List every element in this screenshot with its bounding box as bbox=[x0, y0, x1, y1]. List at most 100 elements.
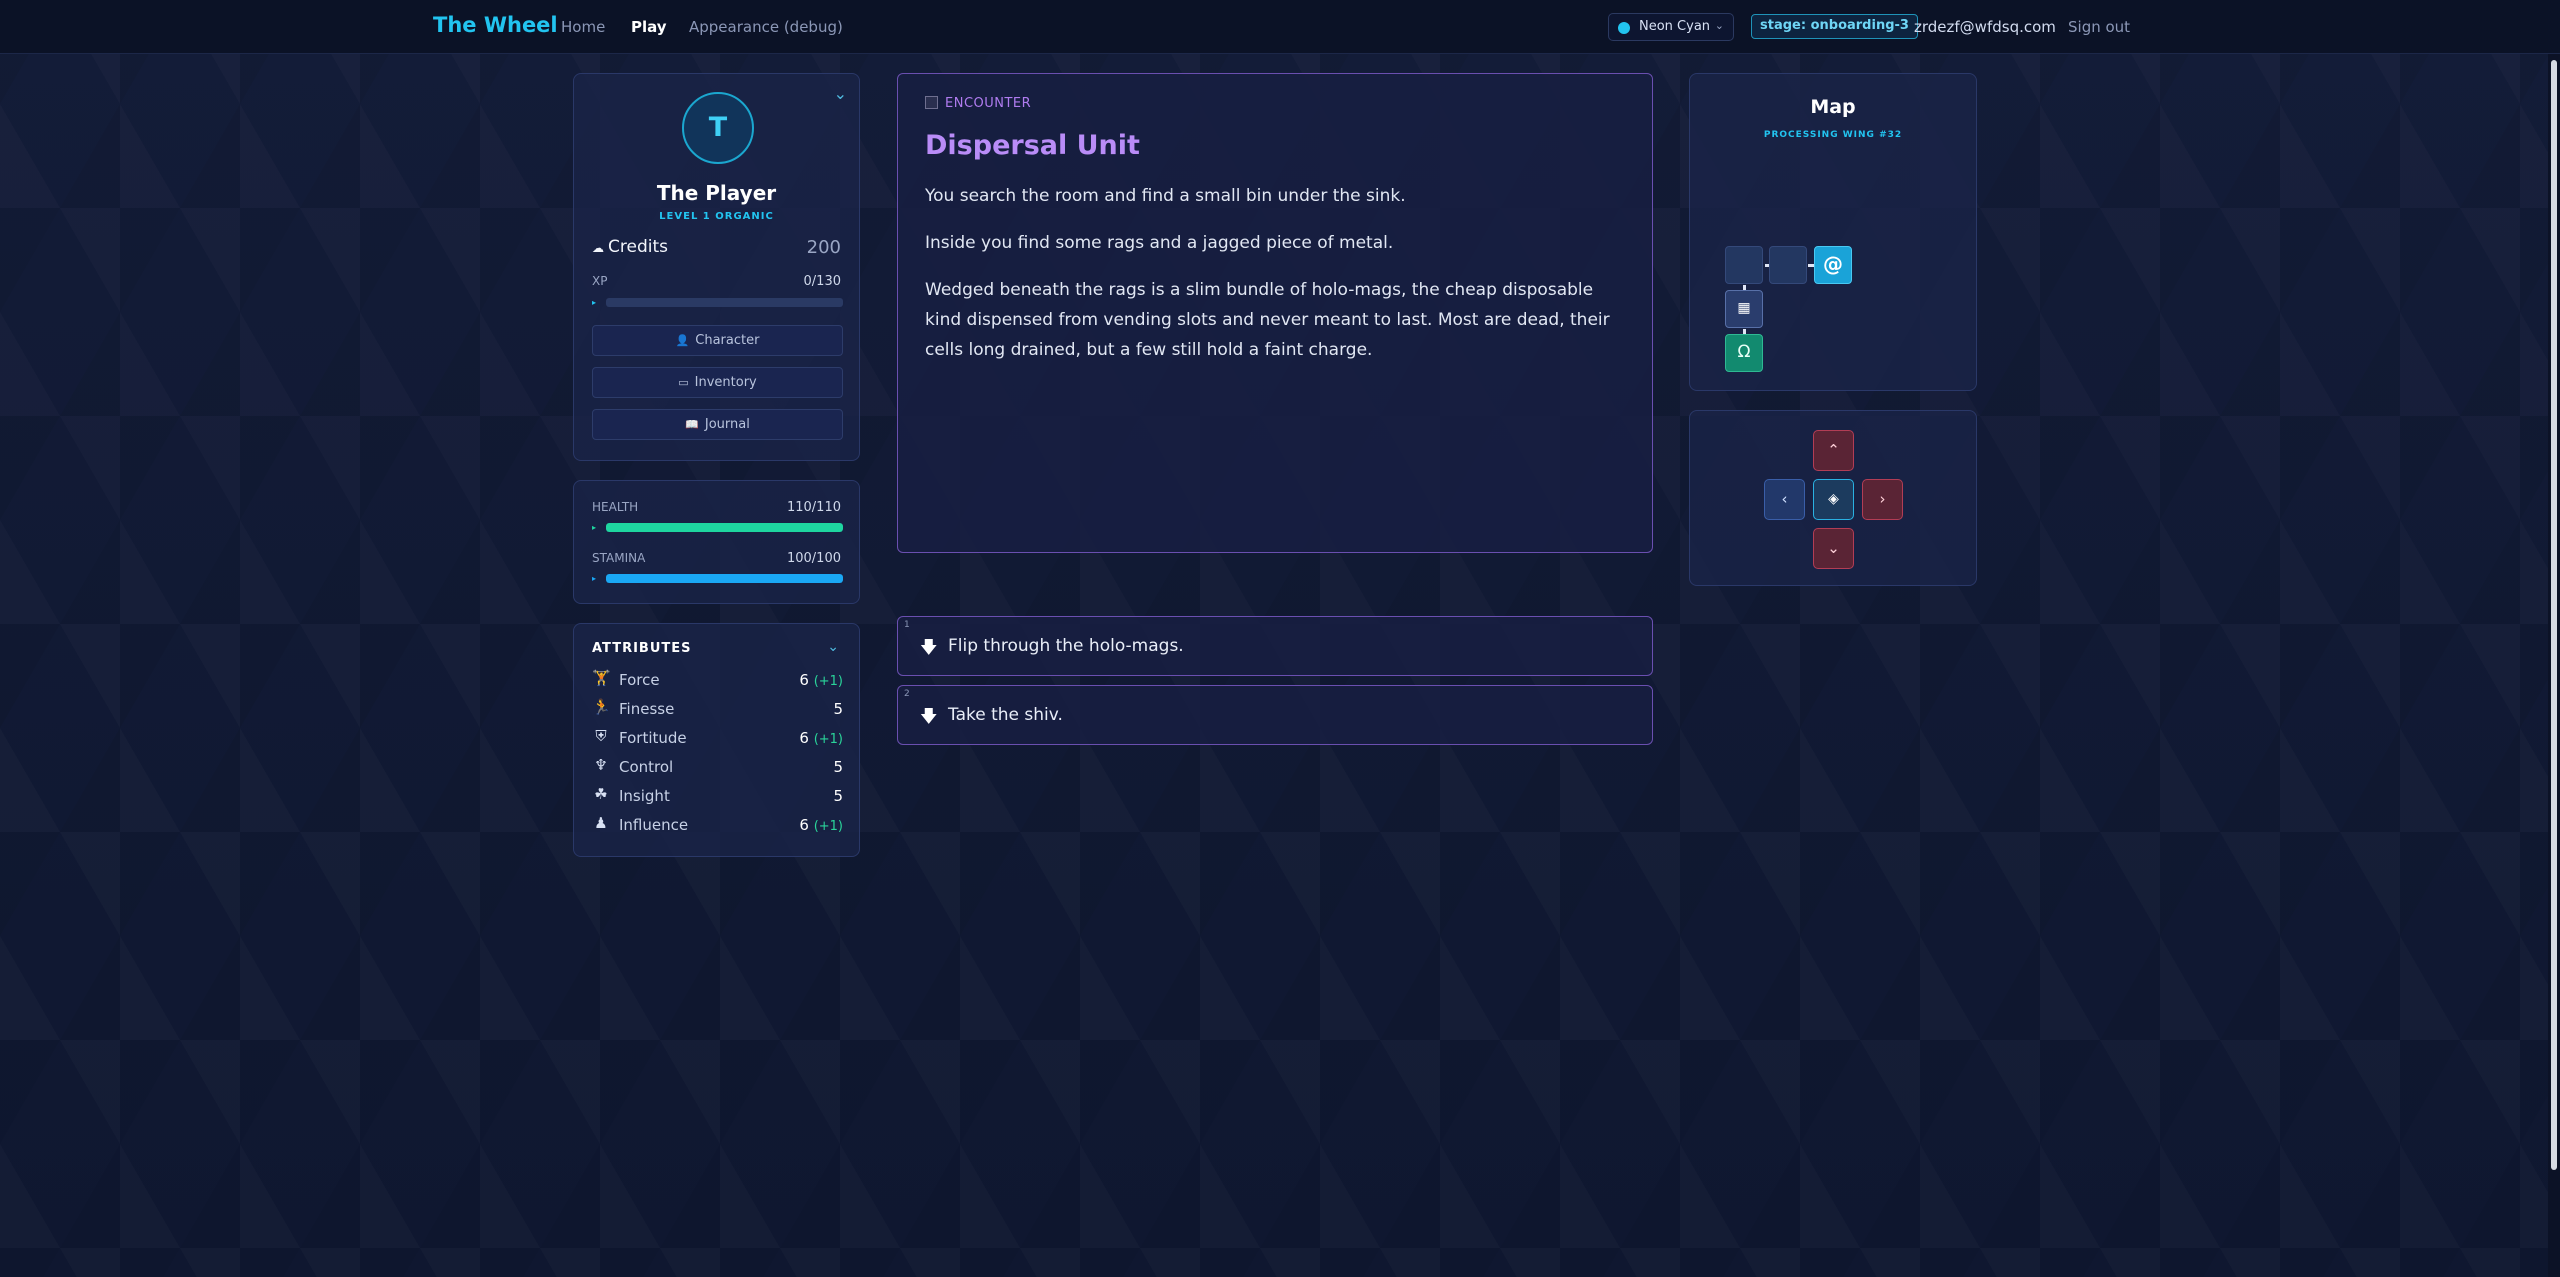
credits-label: Credits bbox=[608, 237, 668, 257]
chevron-up-icon: ⌃ bbox=[1827, 441, 1840, 459]
stamina-bar-fill bbox=[606, 574, 843, 583]
encounter-paragraph: You search the room and find a small bin… bbox=[925, 186, 1406, 206]
map-room bbox=[1725, 246, 1763, 284]
movement-panel: ⌃ ‹ ◈ › ⌄ bbox=[1689, 410, 1977, 586]
credits-value: 200 bbox=[806, 237, 841, 258]
choice-number: 2 bbox=[904, 689, 910, 699]
chevron-down-icon: ⌄ bbox=[1827, 539, 1840, 557]
map-room bbox=[1769, 246, 1807, 284]
inventory-button[interactable]: ▭ Inventory bbox=[592, 367, 843, 398]
chevron-down-icon[interactable]: ⌄ bbox=[834, 84, 847, 103]
character-button-label: Character bbox=[695, 333, 760, 348]
attribute-row-finesse: 🏃 Finesse 5 bbox=[592, 697, 843, 721]
stamina-label: STAMINA bbox=[592, 551, 646, 565]
attribute-value: 5 bbox=[833, 758, 843, 776]
nav-play[interactable]: Play bbox=[631, 18, 667, 36]
person-icon: 👤 bbox=[675, 334, 690, 347]
nav-home[interactable]: Home bbox=[561, 18, 605, 36]
bug-icon: ☘ bbox=[594, 785, 608, 803]
move-left-button[interactable]: ‹ bbox=[1764, 479, 1805, 520]
caret-right-icon: ▸ bbox=[592, 523, 597, 532]
move-up-button[interactable]: ⌃ bbox=[1813, 430, 1854, 471]
credits-row: ☁ Credits bbox=[592, 237, 668, 257]
attribute-value: 5 bbox=[833, 700, 843, 718]
attributes-title: ATTRIBUTES bbox=[592, 641, 692, 656]
npc-icon: Ω bbox=[1725, 334, 1763, 372]
chevron-right-icon: › bbox=[1879, 490, 1886, 508]
attributes-panel: ATTRIBUTES ⌄ 🏋 Force 6 (+1) 🏃 Finesse 5 … bbox=[573, 623, 860, 857]
dumbbell-icon: 🏋 bbox=[592, 669, 611, 687]
theme-select[interactable]: Neon Cyan ⌄ bbox=[1608, 13, 1734, 41]
attribute-row-fortitude: ⛨ Fortitude 6 (+1) bbox=[592, 726, 843, 750]
xp-value: 0/130 bbox=[803, 274, 841, 289]
nav-appearance[interactable]: Appearance (debug) bbox=[689, 18, 843, 36]
xp-bar bbox=[606, 298, 843, 307]
encounter-icon bbox=[925, 96, 938, 109]
theme-color-dot bbox=[1618, 22, 1630, 34]
encounter-paragraph: Wedged beneath the rags is a slim bundle… bbox=[925, 280, 1610, 360]
attribute-row-control: ♆ Control 5 bbox=[592, 755, 843, 779]
arrow-down-icon: 🡇 bbox=[920, 638, 938, 658]
health-bar-fill bbox=[606, 523, 843, 532]
move-right-button[interactable]: › bbox=[1862, 479, 1903, 520]
choice-button[interactable]: 1 🡇 Flip through the holo-mags. bbox=[897, 616, 1653, 676]
encounter-paragraph: Inside you find some rags and a jagged p… bbox=[925, 233, 1394, 253]
journal-button[interactable]: 📖 Journal bbox=[592, 409, 843, 440]
encounter-tag: ENCOUNTER bbox=[925, 96, 1031, 111]
chevron-down-icon[interactable]: ⌄ bbox=[827, 639, 839, 655]
avatar: T bbox=[682, 92, 754, 164]
attribute-name: Finesse bbox=[619, 700, 675, 718]
encounter-title: Dispersal Unit bbox=[925, 130, 1140, 161]
attribute-value: 6 (+1) bbox=[799, 729, 843, 747]
map-panel: Map PROCESSING WING #32 @ ▦ Ω bbox=[1689, 73, 1977, 391]
caret-right-icon: ▸ bbox=[592, 298, 597, 307]
sign-out-link[interactable]: Sign out bbox=[2068, 18, 2130, 36]
choice-text: Flip through the holo-mags. bbox=[948, 636, 1184, 656]
vending-machine-icon: ▦ bbox=[1725, 290, 1763, 328]
xp-label: XP bbox=[592, 274, 608, 288]
attribute-value: 6 (+1) bbox=[799, 816, 843, 834]
health-bar bbox=[606, 523, 843, 532]
look-around-button[interactable]: ◈ bbox=[1813, 479, 1854, 520]
crown-icon: ♟ bbox=[594, 814, 608, 832]
attribute-name: Control bbox=[619, 758, 674, 776]
health-label: HEALTH bbox=[592, 500, 639, 514]
player-name: The Player bbox=[656, 181, 777, 205]
attribute-value: 5 bbox=[833, 787, 843, 805]
player-level: LEVEL 1 ORGANIC bbox=[659, 211, 774, 222]
stamina-bar bbox=[606, 574, 843, 583]
encounter-panel: ENCOUNTER Dispersal Unit You search the … bbox=[897, 73, 1653, 553]
choice-button[interactable]: 2 🡇 Take the shiv. bbox=[897, 685, 1653, 745]
character-panel: T ⌄ The Player LEVEL 1 ORGANIC ☁ Credits … bbox=[573, 73, 860, 461]
stamina-value: 100/100 bbox=[786, 551, 841, 566]
caret-right-icon: ▸ bbox=[592, 574, 597, 583]
bag-icon: ▭ bbox=[678, 376, 689, 389]
inventory-button-label: Inventory bbox=[694, 375, 757, 390]
health-value: 110/110 bbox=[786, 500, 841, 515]
map-room-current: @ bbox=[1814, 246, 1852, 284]
brand-logo[interactable]: The Wheel bbox=[433, 13, 558, 37]
scrollbar-thumb[interactable] bbox=[2551, 60, 2557, 1170]
stage-badge: stage: onboarding-3 bbox=[1751, 14, 1918, 39]
choice-text: Take the shiv. bbox=[948, 705, 1063, 725]
chevron-down-icon: ⌄ bbox=[1714, 19, 1724, 32]
attribute-name: Insight bbox=[619, 787, 670, 805]
attribute-row-influence: ♟ Influence 6 (+1) bbox=[592, 813, 843, 837]
character-button[interactable]: 👤 Character bbox=[592, 325, 843, 356]
map-subtitle: PROCESSING WING #32 bbox=[1763, 130, 1903, 140]
attribute-name: Force bbox=[619, 671, 660, 689]
user-email: zrdezf@wfdsq.com bbox=[1914, 18, 2056, 36]
choice-number: 1 bbox=[904, 620, 910, 630]
vitals-panel: HEALTH 110/110 ▸ STAMINA 100/100 ▸ bbox=[573, 480, 860, 604]
move-down-button[interactable]: ⌄ bbox=[1813, 528, 1854, 569]
encounter-tag-label: ENCOUNTER bbox=[945, 96, 1032, 111]
coin-icon: ☁ bbox=[592, 241, 604, 255]
chevron-left-icon: ‹ bbox=[1781, 490, 1788, 508]
top-nav: The Wheel Home Play Appearance (debug) N… bbox=[0, 0, 2560, 54]
attribute-name: Influence bbox=[619, 816, 689, 834]
chalice-icon: ♆ bbox=[594, 756, 608, 774]
attribute-row-insight: ☘ Insight 5 bbox=[592, 784, 843, 808]
dash-icon: 🏃 bbox=[592, 698, 611, 716]
theme-select-label: Neon Cyan bbox=[1639, 19, 1711, 34]
attribute-name: Fortitude bbox=[619, 729, 687, 747]
